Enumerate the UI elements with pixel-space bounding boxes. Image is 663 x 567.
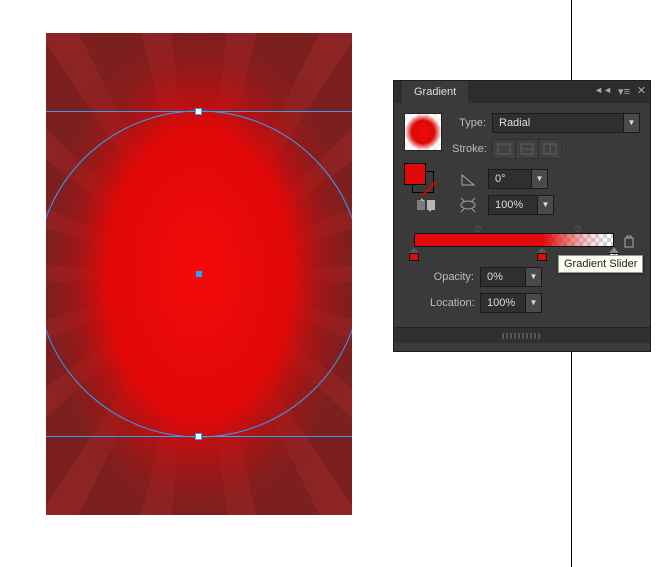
delete-stop-icon[interactable]: [620, 233, 638, 251]
angle-icon: [459, 170, 477, 188]
tooltip: Gradient Slider: [558, 255, 643, 273]
canvas-artboard[interactable]: [46, 33, 352, 515]
panel-tab-gradient[interactable]: Gradient: [402, 81, 468, 103]
panel-menu-icon[interactable]: ▾≡: [618, 85, 630, 98]
gradient-stop[interactable]: [409, 247, 419, 261]
aspect-value: 100%: [489, 199, 537, 211]
chevron-down-icon: ▼: [525, 294, 541, 312]
gradient-stop[interactable]: [537, 247, 547, 261]
chevron-down-icon: ▼: [525, 268, 541, 286]
stroke-label: Stroke:: [452, 143, 492, 155]
aspect-dropdown[interactable]: 100% ▼: [488, 195, 554, 215]
panel-tabbar: ◄◄ Gradient ▾≡ ✕: [394, 81, 650, 103]
gradient-strip[interactable]: [414, 233, 614, 247]
reverse-gradient-icon[interactable]: [415, 197, 437, 213]
stroke-across-button[interactable]: [538, 139, 562, 159]
panel-resize-gripper[interactable]: [394, 327, 650, 343]
aspect-ratio-icon: [459, 196, 477, 214]
location-value: 100%: [481, 297, 525, 309]
location-label: Location:: [430, 297, 480, 309]
chevron-down-icon: ▼: [537, 196, 553, 214]
selection-bounding-box[interactable]: [46, 111, 352, 437]
chevron-down-icon: ▼: [531, 170, 547, 188]
selection-center[interactable]: [196, 271, 202, 277]
fill-stroke-indicator[interactable]: [404, 163, 434, 193]
angle-dropdown[interactable]: 0° ▼: [488, 169, 548, 189]
selection-handle-tc[interactable]: [195, 108, 202, 115]
gradient-panel: ◄◄ Gradient ▾≡ ✕ Type: Radial ▼: [393, 80, 651, 352]
location-dropdown[interactable]: 100% ▼: [480, 293, 542, 313]
fill-swatch[interactable]: [404, 163, 426, 185]
stroke-along-button[interactable]: [515, 139, 539, 159]
type-value: Radial: [493, 117, 623, 129]
angle-value: 0°: [489, 173, 531, 185]
stroke-apply-buttons: [492, 139, 561, 159]
opacity-label: Opacity:: [430, 271, 480, 283]
type-label: Type:: [452, 117, 492, 129]
opacity-value: 0%: [481, 271, 525, 283]
type-dropdown[interactable]: Radial ▼: [492, 113, 640, 133]
stroke-within-button[interactable]: [492, 139, 516, 159]
selection-handle-bc[interactable]: [195, 433, 202, 440]
opacity-dropdown[interactable]: 0% ▼: [480, 267, 542, 287]
panel-collapse-icon[interactable]: ◄◄: [594, 85, 612, 95]
chevron-down-icon: ▼: [623, 114, 639, 132]
gradient-preview-swatch[interactable]: [404, 113, 442, 151]
panel-close-icon[interactable]: ✕: [637, 84, 646, 97]
